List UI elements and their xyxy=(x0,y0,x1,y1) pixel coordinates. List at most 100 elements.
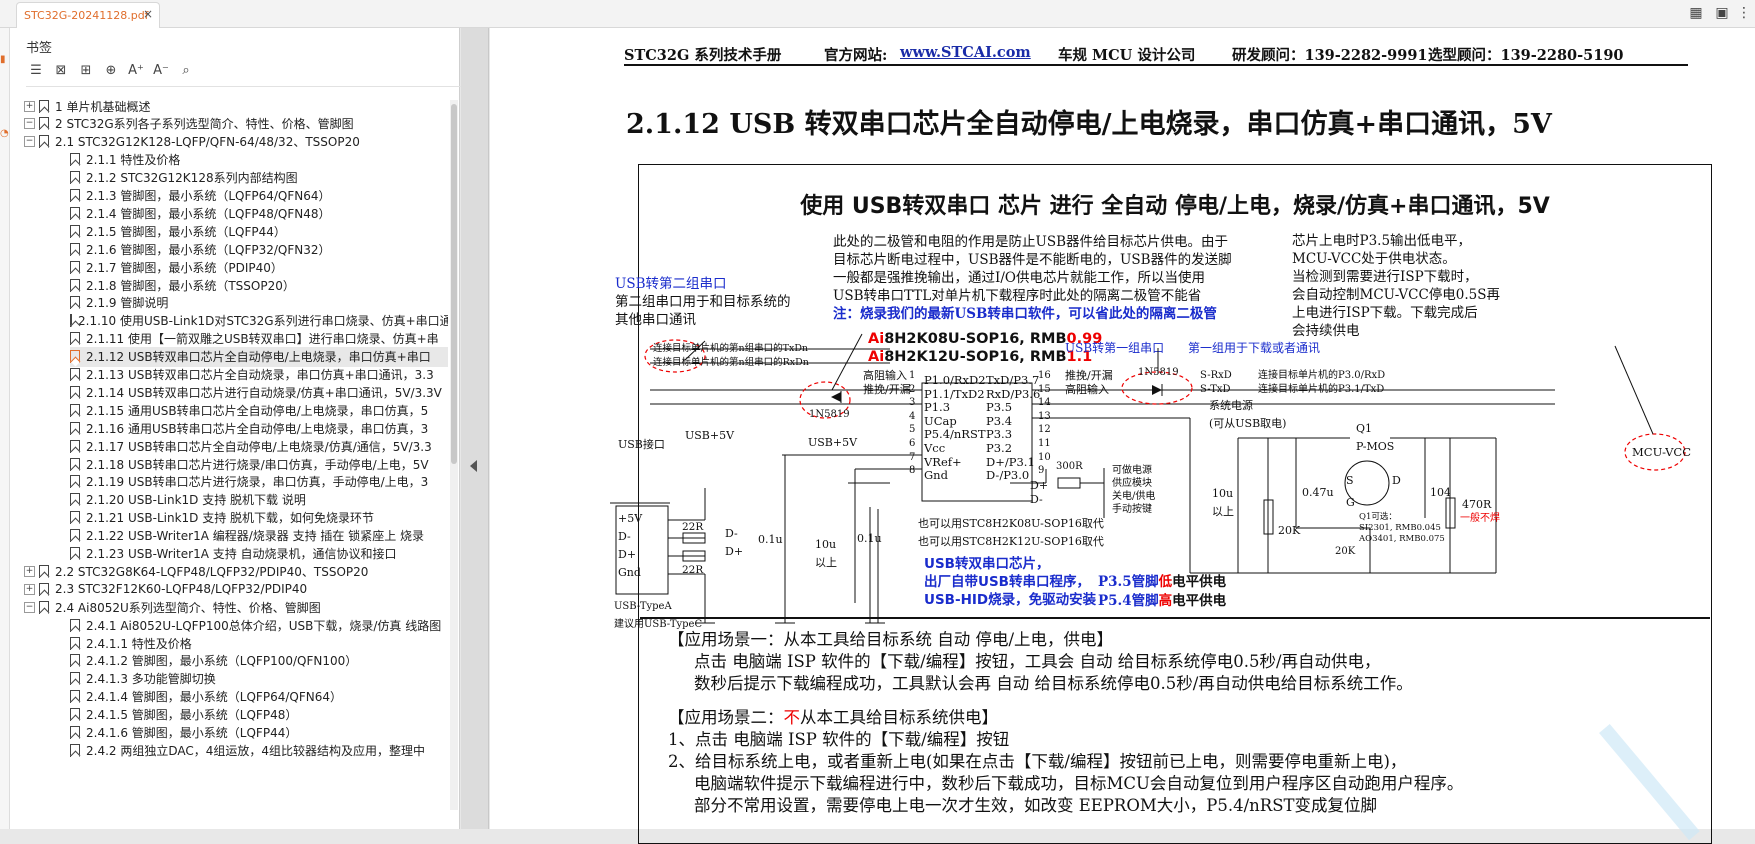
bookmark-icon xyxy=(70,726,80,739)
sys-pwr: 系统电源 (可从USB取电) xyxy=(1209,397,1286,433)
cap-01: 0.1u xyxy=(758,533,783,546)
window-layout-icon[interactable]: ▣ xyxy=(1714,5,1730,21)
bookmark-label: 2.4.1.6 管脚图，最小系统（LQFP44） xyxy=(86,726,298,740)
no-solder: 一般不焊 xyxy=(1460,513,1500,524)
bookmark-label: 2.1.18 USB转串口芯片进行烧录/串口仿真，手动停电/上电，5V xyxy=(86,457,429,472)
expand-toggle-icon[interactable]: + xyxy=(24,100,35,112)
left-rail: ▮ ◔ xyxy=(0,28,10,829)
bookmark-add-child-icon[interactable]: ⊕ xyxy=(101,61,121,81)
scene2-a: 【应用场景二： xyxy=(668,708,784,727)
bookmark-delete-icon[interactable]: ⊠ xyxy=(51,61,71,81)
p35-note: P3.5管脚低电平供电 xyxy=(1098,573,1226,591)
bookmark-icon xyxy=(39,600,49,614)
document-tab-title: STC32G-20241128.pdf xyxy=(24,9,149,22)
bookmark-label: 2.4.1 Ai8052U-LQFP100总体介绍，USB下载，烧录/仿真 线路… xyxy=(86,618,442,633)
scene1-title: 【应用场景一：从本工具给目标系统 自动 停电/上电，供电】 xyxy=(668,630,1114,649)
usb5v-label: USB+5V xyxy=(685,429,735,442)
bookmark-icon xyxy=(70,493,80,507)
bookmark-search-icon[interactable]: ⌕ xyxy=(176,61,196,81)
r300: 300R xyxy=(1056,461,1083,472)
cap-10-line: 10u xyxy=(815,538,837,551)
p54-b: 高 xyxy=(1158,593,1173,609)
font-decrease-icon[interactable]: A⁻ xyxy=(151,61,171,81)
cap-10b: 10u 以上 xyxy=(1212,485,1234,521)
font-increase-icon[interactable]: A⁺ xyxy=(126,61,146,81)
expand-toggle-icon[interactable]: + xyxy=(24,583,35,595)
search-panel-icon[interactable]: ◔ xyxy=(0,128,10,142)
usb-dual-line: USB-HID烧录，免驱动安装 xyxy=(924,592,1097,608)
bookmark-icon xyxy=(70,511,80,525)
diode1: 1N5819 xyxy=(809,409,850,420)
bookmark-label: 2.1.2 STC32G12K128系列内部结构图 xyxy=(86,171,298,186)
bookmark-icon xyxy=(70,439,80,453)
usb-dual-note: USB转双串口芯片， 出厂自带USB转串口程序， USB-HID烧录，免驱动安装 xyxy=(924,555,1096,609)
bookmark-icon xyxy=(70,636,80,650)
mcu-vcc: MCU-VCC xyxy=(1632,445,1692,459)
expand-toggle-icon[interactable]: − xyxy=(24,601,35,613)
usb5v-label2: USB+5V xyxy=(808,436,858,449)
usb-port-pin: +5V xyxy=(618,512,643,525)
bookmark-icon xyxy=(39,99,49,113)
expand-toggle-icon[interactable]: + xyxy=(24,565,35,577)
bookmark-label: 2.1.1 特性及价格 xyxy=(86,153,181,168)
bookmark-label: 2 STC32G系列各子系列选型简介、特性、价格、管脚图 xyxy=(55,117,354,132)
bookmark-icon xyxy=(70,242,80,256)
bookmark-label: 2.1.10 使用USB-Link1D对STC32G系列进行串口烧录、仿真+串口… xyxy=(78,314,448,329)
bookmark-icon xyxy=(70,224,80,238)
bookmark-panel-icon[interactable]: ▮ xyxy=(0,54,10,68)
bookmark-icon xyxy=(70,350,80,364)
sidebar-toolbar: ☰ ⊠ ⊞ ⊕ A⁺ A⁻ ⌕ xyxy=(26,60,201,82)
scene2-line1: 1、点击 电脑端 ISP 软件的【下载/编程】按钮 xyxy=(668,730,1010,749)
usb-dual-line: USB转双串口芯片， xyxy=(924,556,1050,572)
alt-chips: 也可以用STC8H2K08U-SOP16取代 也可以用STC8H2K12U-SO… xyxy=(918,515,1104,551)
sidebar-scroll-thumb[interactable] xyxy=(451,104,457,464)
q1-options: Q1可选： SI2301, RMB0.045 AO3401, RMB0.075 xyxy=(1359,512,1445,545)
expand-toggle-icon[interactable]: − xyxy=(24,136,35,148)
bookmark-item[interactable]: 2.4.2 两组独立DAC，4组运放，4组比较器结构及应用，整理中 xyxy=(70,740,448,760)
close-tab-icon[interactable]: × xyxy=(143,7,153,21)
r22b: 22R xyxy=(682,564,704,576)
bookmark-icon xyxy=(70,547,80,560)
bookmark-icon xyxy=(70,690,80,704)
bookmark-icon xyxy=(70,618,80,632)
bookmark-icon xyxy=(70,529,80,543)
scene2-line2: 2、给目标系统上电，或者重新上电(如果在点击【下载/编程】按钮前已上电，则需要停… xyxy=(668,752,1407,771)
bookmark-icon xyxy=(70,278,80,292)
bookmark-label: 2.1.14 USB转双串口芯片进行自动烧录/仿真+串口通讯，5V/3.3V xyxy=(86,385,442,400)
r20k: 20K xyxy=(1278,524,1301,537)
scene1-line2: 数秒后提示下载编程成功，工具默认会再 自动 给目标系统停电0.5秒/再自动供电给… xyxy=(694,674,1413,693)
bookmark-icon xyxy=(39,135,49,149)
bookmark-icon xyxy=(70,743,80,757)
btn-line: 可做电源 xyxy=(1112,465,1152,476)
diagram-divider xyxy=(640,617,1710,619)
document-tab[interactable]: STC32G-20241128.pdf × xyxy=(16,2,160,28)
grid-view-icon[interactable]: ▦ xyxy=(1688,5,1704,21)
dm-label: D- xyxy=(725,527,738,540)
panel-splitter[interactable] xyxy=(461,28,489,829)
power-button-note: 可做电源 供应模块 关电/供电 手动按键 xyxy=(1112,464,1155,516)
chip-pin-label: Gnd xyxy=(924,468,948,483)
p54-a: P5.4管脚 xyxy=(1098,593,1159,609)
cap-10b-line: 10u xyxy=(1212,487,1234,500)
bookmark-icon xyxy=(70,672,80,686)
bookmark-label: 2.1.16 通用USB转串口芯片全自动停电/上电烧录，串口仿真，3 xyxy=(86,421,429,436)
bookmark-icon xyxy=(70,189,80,202)
bookmark-add-icon[interactable]: ⊞ xyxy=(76,61,96,81)
collapse-arrow-icon[interactable] xyxy=(470,460,477,472)
bookmark-label: 2.1.12 USB转双串口芯片全自动停电/上电烧录，串口仿真+串口 xyxy=(86,350,431,365)
bookmark-label: 2.4.1.4 管脚图，最小系统（LQFP64/QFN64） xyxy=(86,690,342,705)
c104: 104 xyxy=(1430,486,1451,499)
p54-c: 电平供电 xyxy=(1172,593,1227,609)
usb-port-pin: D- xyxy=(618,530,631,543)
q1opt-line: SI2301, RMB0.045 xyxy=(1359,523,1441,533)
usb-port-label: USB接口 xyxy=(618,438,665,451)
expand-toggle-icon[interactable]: − xyxy=(24,118,35,130)
q1-s: S xyxy=(1346,474,1354,487)
bookmark-label: 2.1.20 USB-Link1D 支持 脱机下载 说明 xyxy=(86,493,306,508)
list-icon[interactable]: ☰ xyxy=(26,61,46,81)
dp2-label: D+ xyxy=(1030,479,1049,492)
more-icon[interactable]: ⋮ xyxy=(1736,5,1752,21)
bookmark-icon xyxy=(70,403,80,417)
p35-c: 电平供电 xyxy=(1172,574,1227,590)
bookmark-icon xyxy=(70,153,80,167)
